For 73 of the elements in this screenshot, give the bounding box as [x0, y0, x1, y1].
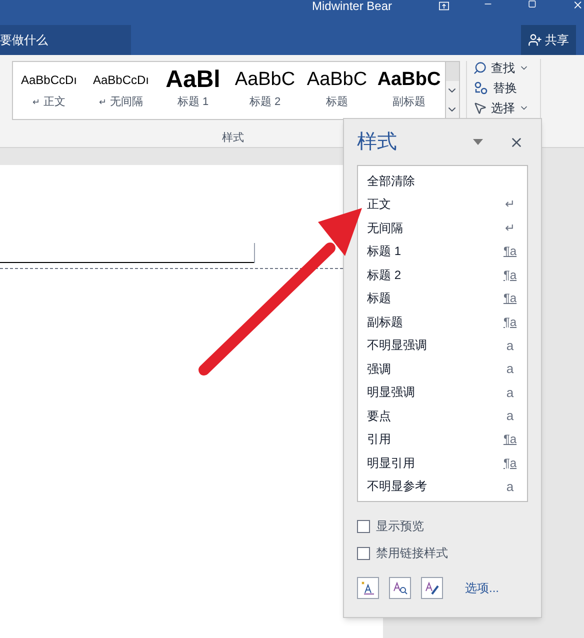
style-inspector-button[interactable] — [389, 577, 411, 599]
style-gallery-item[interactable]: AaBbCcDı ↵ 无间隔 — [85, 62, 157, 119]
paragraph-mark: ↵ — [505, 222, 515, 234]
checkbox-label: 显示预览 — [376, 518, 424, 535]
character-style-mark: a — [506, 386, 514, 399]
linked-style-mark: ¶a — [503, 292, 517, 304]
style-preview: AaBl — [166, 66, 220, 94]
style-item[interactable]: 全部清除 — [358, 169, 527, 192]
paragraph-mark: ↵ — [505, 198, 515, 210]
pointer-icon — [473, 101, 487, 115]
linked-style-mark: ¶a — [503, 456, 517, 469]
style-item[interactable]: 不明显参考 a — [358, 474, 527, 498]
character-style-mark: a — [506, 409, 514, 422]
options-link[interactable]: 选项... — [465, 579, 500, 597]
style-gallery-item[interactable]: AaBbCcDı ↵ 正文 — [13, 62, 85, 119]
user-plus-icon — [528, 33, 542, 47]
style-gallery-item[interactable]: AaBl 标题 1 — [157, 62, 229, 119]
style-label: 正文 — [44, 94, 66, 110]
style-label: 标题 — [326, 95, 348, 110]
style-label: 副标题 — [392, 95, 426, 110]
tell-me-field[interactable]: 要做什么 — [0, 25, 131, 55]
linked-style-mark: ¶a — [503, 268, 517, 281]
paragraph-mark: ↵ — [99, 96, 107, 108]
style-label: 标题 2 — [249, 95, 281, 110]
pane-title: 样式 — [357, 130, 397, 155]
restore-ribbon-icon[interactable] — [439, 1, 450, 11]
style-item[interactable]: 标题 2 ¶a — [358, 263, 527, 286]
search-icon — [473, 61, 487, 75]
style-item[interactable]: 无间隔 ↵ — [358, 216, 527, 240]
new-style-icon — [360, 581, 376, 595]
style-gallery-item[interactable]: AaBbC 标题 2 — [229, 62, 301, 119]
style-preview: AaBbC — [306, 68, 368, 92]
style-item[interactable]: 副标题 ¶a — [358, 310, 527, 334]
style-item[interactable]: 要点 a — [358, 404, 527, 428]
editing-button[interactable]: 查找 — [473, 59, 540, 77]
linked-style-mark: ¶a — [503, 316, 517, 328]
style-item[interactable]: 明显强调 a — [358, 380, 527, 404]
style-item[interactable]: 引用 ¶a — [358, 428, 527, 451]
manage-styles-button[interactable] — [421, 577, 443, 599]
character-style-mark: a — [506, 338, 514, 352]
style-item[interactable]: 强调 a — [358, 357, 527, 380]
style-preview: AaBbCcDı — [92, 72, 150, 89]
character-style-mark: a — [506, 480, 514, 493]
manage-styles-icon — [424, 581, 440, 595]
editing-button[interactable]: 选择 — [473, 99, 540, 117]
maximize-icon[interactable] — [528, 0, 536, 9]
style-gallery-item[interactable]: AaBbC 副标题 — [373, 62, 445, 119]
paragraph-mark: ↵ — [32, 96, 40, 108]
window-title: Midwinter Bear — [312, 0, 392, 13]
linked-style-mark: ¶a — [503, 245, 517, 258]
linked-style-mark: ¶a — [503, 433, 517, 446]
style-item[interactable]: 不明显强调 a — [358, 334, 527, 357]
style-preview: AaBbCcDı — [20, 72, 78, 89]
group-label: 样式 — [222, 131, 244, 146]
style-label: 无间隔 — [110, 95, 143, 110]
replace-icon — [473, 80, 489, 96]
style-preview: AaBbC — [234, 68, 296, 92]
character-style-mark: a — [506, 362, 514, 376]
editing-button[interactable]: 替换 — [473, 79, 540, 97]
style-item[interactable]: 标题 ¶a — [358, 286, 527, 310]
style-item[interactable]: 正文 ↵ — [358, 192, 527, 216]
checkbox-label: 禁用链接样式 — [376, 545, 448, 562]
checkbox[interactable] — [357, 546, 370, 560]
style-item[interactable]: 标题 1 ¶a — [358, 240, 527, 263]
style-gallery-item[interactable]: AaBbC 标题 — [301, 62, 373, 119]
dropdown-icon[interactable] — [473, 139, 483, 145]
style-label: 标题 1 — [177, 95, 209, 110]
checkbox[interactable] — [357, 520, 370, 532]
style-preview: AaBbC — [377, 68, 441, 92]
style-inspector-icon — [392, 581, 408, 595]
share-button[interactable]: 共享 — [521, 25, 576, 55]
style-item[interactable]: 明显引用 ¶a — [358, 451, 527, 474]
new-style-button[interactable] — [357, 577, 379, 599]
